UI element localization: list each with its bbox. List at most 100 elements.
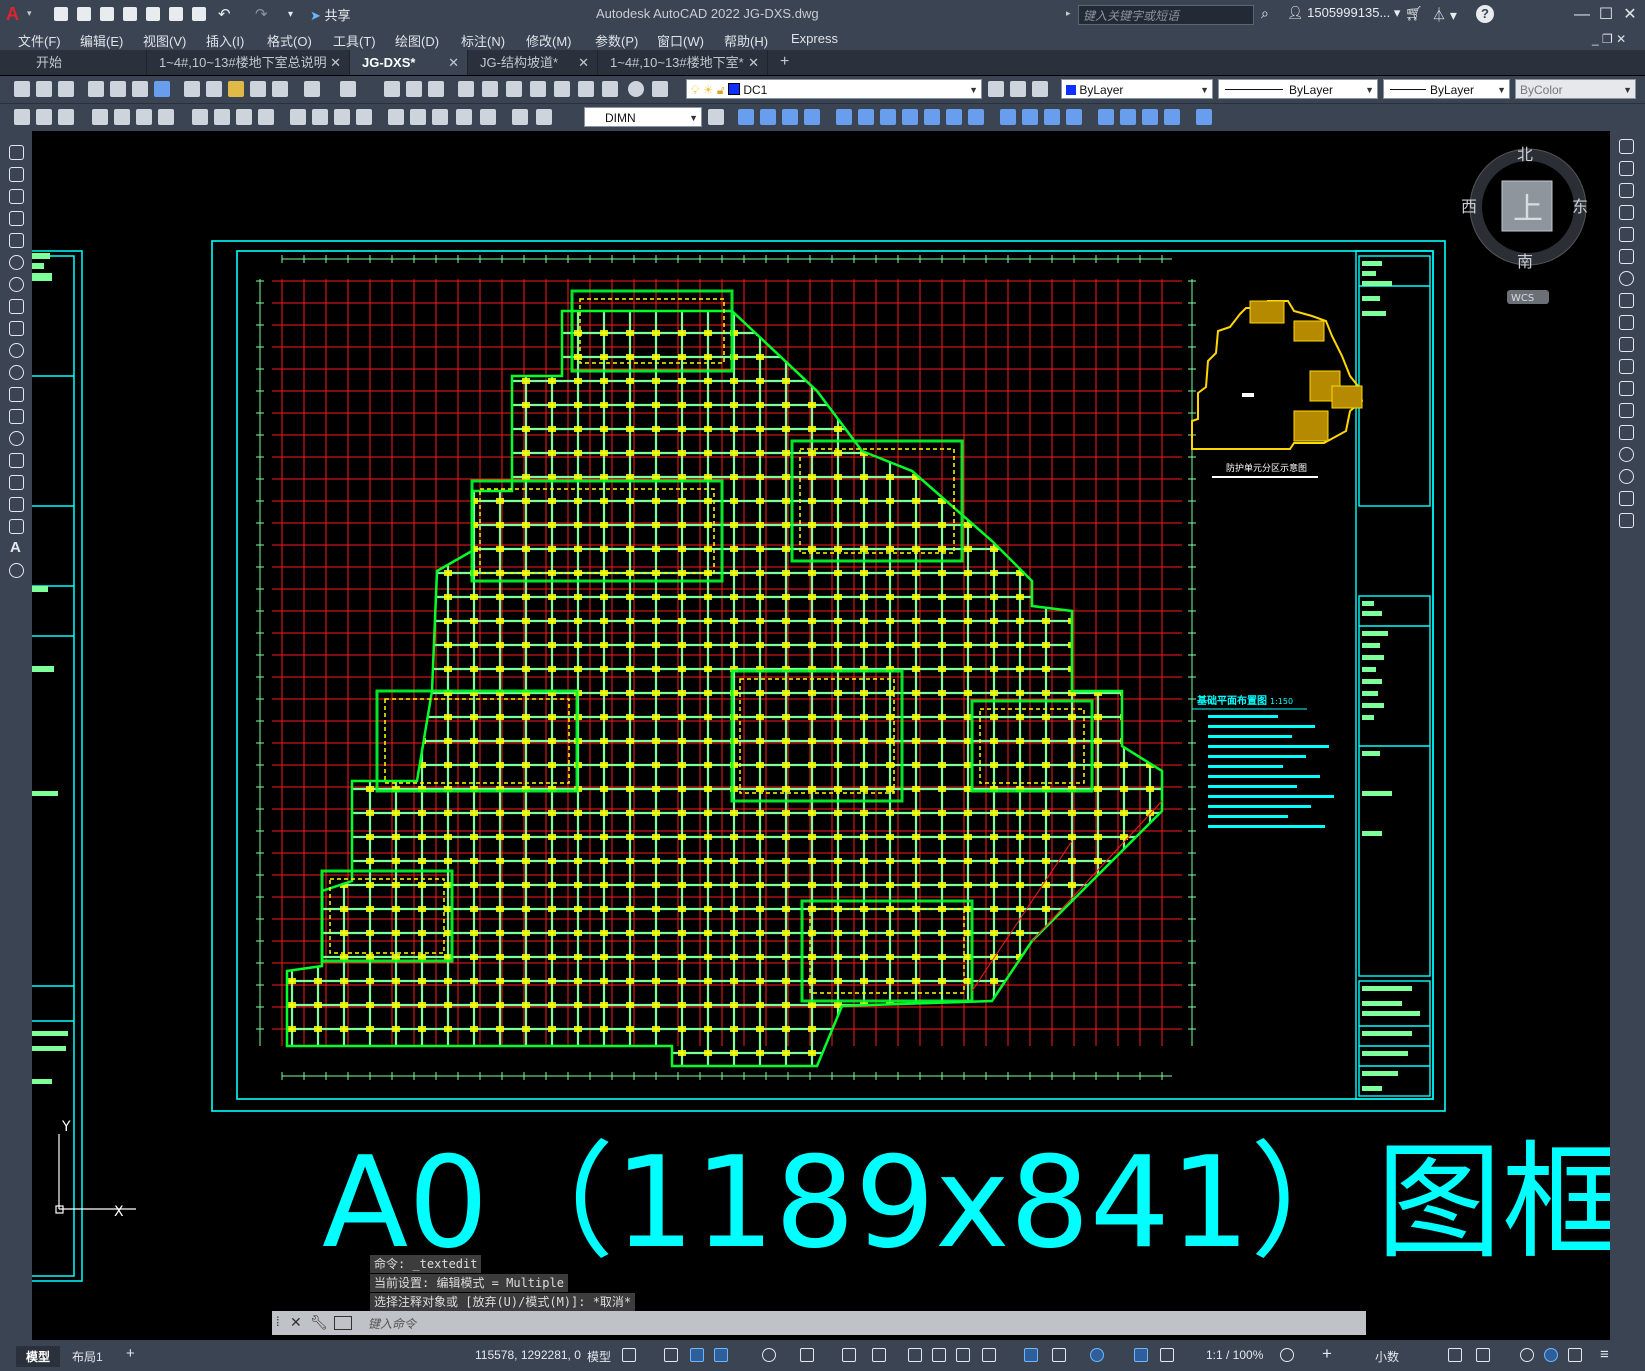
dim-override-icon[interactable] xyxy=(536,109,552,125)
3d-object-snap-icon[interactable] xyxy=(982,1348,996,1362)
zoom-realtime-icon[interactable] xyxy=(406,81,422,97)
blend-curves-icon[interactable] xyxy=(1619,491,1634,506)
publish-icon[interactable] xyxy=(132,81,148,97)
viewcube-west[interactable]: 西 xyxy=(1461,197,1477,216)
jogged-linear-icon[interactable] xyxy=(410,109,426,125)
snap-icon[interactable] xyxy=(664,1348,678,1362)
extend-icon[interactable] xyxy=(1619,359,1634,374)
autocad-logo-icon[interactable]: A xyxy=(6,4,26,24)
transparency-icon[interactable] xyxy=(932,1348,946,1362)
arc-icon[interactable] xyxy=(9,255,24,270)
3d-array-icon[interactable] xyxy=(1142,109,1158,125)
3d-rotate-icon[interactable] xyxy=(1066,109,1082,125)
insert-block-icon[interactable] xyxy=(9,387,24,402)
3d-presspull-icon[interactable] xyxy=(924,109,940,125)
dim-text-edit-icon[interactable] xyxy=(456,109,472,125)
block-editor-icon[interactable] xyxy=(272,81,288,97)
dim-linear-icon[interactable] xyxy=(14,109,30,125)
new-icon[interactable] xyxy=(52,5,71,24)
break-at-point-icon[interactable] xyxy=(1619,381,1634,396)
zoom-window-icon[interactable] xyxy=(428,81,444,97)
lineweight-icon[interactable] xyxy=(908,1348,922,1362)
array-icon[interactable] xyxy=(1619,227,1634,242)
customization-menu-icon[interactable]: ≡ xyxy=(1600,1346,1609,1363)
dim-jogged-icon[interactable] xyxy=(136,109,152,125)
add-layout-icon[interactable]: + xyxy=(126,1345,135,1362)
3d-section-icon[interactable] xyxy=(1196,109,1212,125)
plot-icon[interactable] xyxy=(190,5,209,24)
3d-loft-icon[interactable] xyxy=(902,109,918,125)
3d-intersect-icon[interactable] xyxy=(804,109,820,125)
open-icon[interactable] xyxy=(75,5,94,24)
3d-scale-icon[interactable] xyxy=(1164,109,1180,125)
make-block-icon[interactable] xyxy=(9,409,24,424)
make-current-layer-icon[interactable] xyxy=(988,81,1004,97)
stretch-icon[interactable] xyxy=(1619,315,1634,330)
menu-format[interactable]: 格式(O) xyxy=(267,31,312,50)
menu-help[interactable]: 帮助(H) xyxy=(724,31,768,50)
cart-icon[interactable]: 🛒︎ xyxy=(1405,5,1423,22)
3d-sweep-icon[interactable] xyxy=(880,109,896,125)
copy-object-icon[interactable] xyxy=(1619,161,1634,176)
multiline-text-icon[interactable]: A xyxy=(10,539,21,556)
3d-print-icon[interactable] xyxy=(154,81,170,97)
tab-file-1[interactable]: 1~4#,10~13#楼地下室总说明 ✕ xyxy=(147,50,350,75)
save-icon[interactable] xyxy=(58,81,74,97)
search-icon[interactable]: ⌕ xyxy=(1261,5,1269,22)
plotstyle-dropdown[interactable]: ByColor ▼ xyxy=(1515,79,1636,99)
menu-modify[interactable]: 修改(M) xyxy=(526,31,572,50)
cut-icon[interactable] xyxy=(184,81,200,97)
3d-mirror-icon[interactable] xyxy=(1120,109,1136,125)
recent-commands-icon[interactable] xyxy=(334,1316,352,1330)
tab-file-4[interactable]: 1~4#,10~13#楼地下室* ✕ xyxy=(598,50,768,75)
app-menu-arrow-icon[interactable]: ▾ xyxy=(27,8,32,19)
dim-break-icon[interactable] xyxy=(312,109,328,125)
qnew-icon[interactable] xyxy=(14,81,30,97)
close-command-icon[interactable]: ✕ xyxy=(290,1314,302,1331)
user-button[interactable]: 👤︎ 1505999135... ▾ xyxy=(1287,5,1400,21)
drawing-canvas[interactable]: 防护单元分区示意图 基础平面布置图 1:150 A0（1189x841）图框 Y… xyxy=(32,131,1610,1340)
viewcube-north[interactable]: 北 xyxy=(1517,145,1533,164)
3d-move-icon[interactable] xyxy=(1044,109,1060,125)
units-dropdown[interactable]: 小数 xyxy=(1375,1348,1399,1365)
ellipse-arc-icon[interactable] xyxy=(9,365,24,380)
save-icon[interactable] xyxy=(98,5,117,24)
dim-update-icon[interactable] xyxy=(480,109,496,125)
zoom-previous-icon[interactable] xyxy=(458,81,474,97)
gizmo-icon[interactable] xyxy=(1090,1348,1104,1362)
tab-file-3[interactable]: JG-结构坡道* ✕ xyxy=(468,50,598,75)
viewcube-south[interactable]: 南 xyxy=(1517,252,1533,271)
command-input[interactable]: 键入命令 xyxy=(368,1315,416,1332)
redo-icon[interactable] xyxy=(340,81,356,97)
polar-tracking-icon[interactable] xyxy=(762,1348,776,1362)
markup-icon[interactable] xyxy=(578,81,594,97)
dim-angular-icon[interactable] xyxy=(192,109,208,125)
3d-subtract-icon[interactable] xyxy=(782,109,798,125)
close-tab-icon[interactable]: ✕ xyxy=(748,50,759,75)
grid-icon[interactable] xyxy=(622,1348,636,1362)
dim-ordinate-icon[interactable] xyxy=(92,109,108,125)
3d-union-icon[interactable] xyxy=(760,109,776,125)
copy-icon[interactable] xyxy=(206,81,222,97)
isometric-icon[interactable] xyxy=(800,1348,814,1362)
close-window-button[interactable]: ✕ xyxy=(1618,3,1642,27)
dim-aligned-icon[interactable] xyxy=(36,109,52,125)
drawing-svg[interactable]: 防护单元分区示意图 基础平面布置图 1:150 A0（1189x841）图框 Y… xyxy=(32,131,1610,1340)
command-line[interactable]: ⁞ ✕ 🔧︎ 键入命令 xyxy=(272,1311,1366,1335)
center-mark-icon[interactable] xyxy=(356,109,372,125)
workspace-gear-icon[interactable] xyxy=(1280,1348,1294,1362)
rectangle-icon[interactable] xyxy=(9,233,24,248)
doc-window-controls[interactable]: _ ❐ ✕ xyxy=(1592,32,1626,46)
3d-chamfer-icon[interactable] xyxy=(1022,109,1038,125)
3d-revolve-icon[interactable] xyxy=(858,109,874,125)
gradient-icon[interactable] xyxy=(9,475,24,490)
3d-align-icon[interactable] xyxy=(1098,109,1114,125)
dim-diameter-icon[interactable] xyxy=(158,109,174,125)
quick-properties-icon[interactable] xyxy=(1448,1348,1462,1362)
menu-window[interactable]: 窗口(W) xyxy=(657,31,704,50)
lineweight-dropdown[interactable]: ByLayer ▼ xyxy=(1383,79,1510,99)
inspect-icon[interactable] xyxy=(388,109,404,125)
3d-slice-icon[interactable] xyxy=(946,109,962,125)
plot-icon[interactable] xyxy=(88,81,104,97)
ortho-icon[interactable] xyxy=(714,1348,728,1362)
